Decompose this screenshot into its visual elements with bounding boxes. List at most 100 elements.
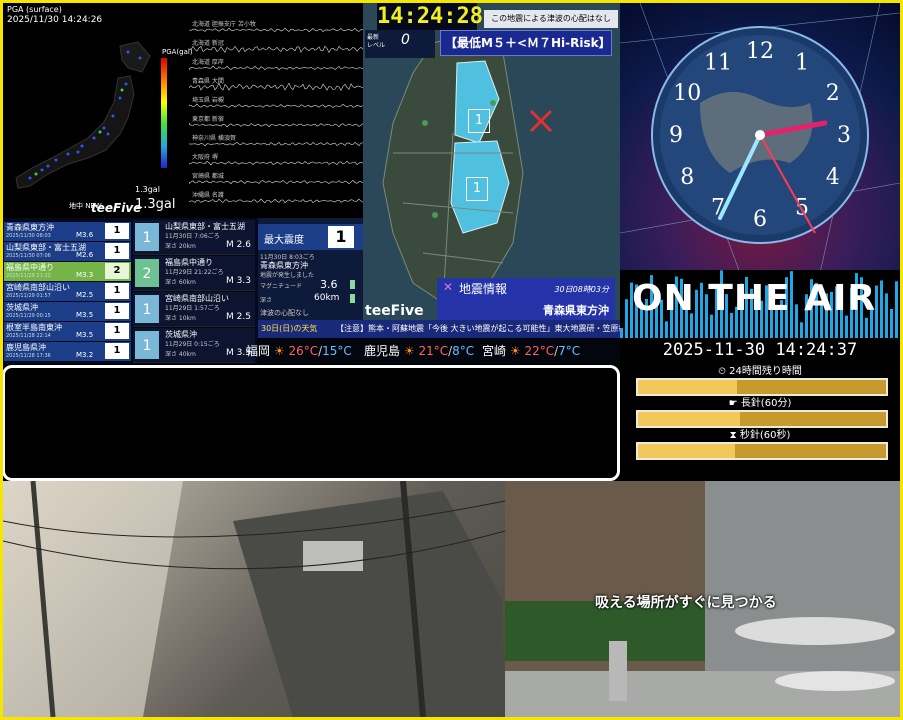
quake-list-row[interactable]: 宮崎県南部山沿い 2025/11/29 01:57 M2.5 1 bbox=[4, 282, 131, 302]
progress-label: ☛ 長針(60分) bbox=[620, 394, 900, 409]
quake-list-row[interactable]: 山梨県東部・富士五湖 2025/11/30 07:06 M2.6 1 bbox=[4, 242, 131, 262]
quake-list-row[interactable]: 茨城県沖 2025/11/29 00:15 M3.5 1 bbox=[4, 302, 131, 322]
waveform-trace bbox=[189, 123, 363, 127]
weather-high: 22°C bbox=[524, 344, 554, 358]
quake-list-date: 2025/11/29 01:57 bbox=[6, 293, 51, 299]
ticker-prefix: 30日(日)の天気 bbox=[261, 323, 317, 334]
detail-depth-value: 60km bbox=[314, 293, 339, 303]
sun-icon: ☀ bbox=[510, 344, 521, 358]
card-intensity: 1 bbox=[135, 331, 159, 359]
quake-list-intensity: 1 bbox=[105, 343, 129, 359]
waveform-station-label: 北海道 胆振支庁 苫小牧 bbox=[192, 19, 256, 28]
live-clock: 14:24:28 bbox=[377, 3, 477, 30]
progress-fill bbox=[638, 444, 735, 458]
quake-card[interactable]: 2 福島県中通り 11月29日 21:22ごろ 深さ 60km M 3.3 bbox=[133, 256, 255, 291]
quake-list-date: 2025/11/29 21:22 bbox=[6, 273, 51, 279]
quake-info-title: 地震情報 bbox=[459, 280, 507, 297]
weather-strip: 福岡 ☀ 26°C/15°C 鹿児島 ☀ 21°C/8°C 宮崎 ☀ 22°C/7°… bbox=[258, 338, 620, 364]
quake-list-magnitude: M2.6 bbox=[76, 251, 93, 259]
quake-list-magnitude: M3.3 bbox=[76, 271, 93, 279]
seismo-brand-logo: teeFive bbox=[91, 201, 141, 215]
waveform-station-label: 東京都 新宿 bbox=[192, 114, 224, 123]
weather-city: 鹿児島 bbox=[364, 344, 400, 358]
quake-list-location: 福島県中通り bbox=[6, 262, 54, 273]
weather-high: 26°C bbox=[288, 344, 318, 358]
mag-indicator bbox=[350, 280, 355, 289]
seismo-header-title: PGA (surface) bbox=[7, 5, 359, 15]
quake-card[interactable]: 1 茨城県沖 11月29日 0:15ごろ 深さ 40km M 3.5 bbox=[133, 328, 255, 363]
quake-info-time: 30日08時03分 bbox=[554, 284, 609, 295]
quake-list-date: 2025/11/30 08:03 bbox=[6, 233, 51, 239]
clock-numeral: 9 bbox=[669, 123, 683, 148]
region-intensity-north: 1 bbox=[468, 109, 490, 133]
weather-item: 鹿児島 ☀ 21°C/8°C bbox=[364, 342, 474, 359]
waveform-station-label: 沖縄県 名護 bbox=[192, 190, 224, 199]
pga-legend-label: PGA(gal) bbox=[162, 48, 193, 56]
level-value: 0 bbox=[401, 32, 410, 48]
spectrum-bar bbox=[620, 328, 623, 338]
waveform-trace bbox=[189, 142, 363, 145]
clock-numeral: 12 bbox=[746, 39, 774, 64]
clock-numeral: 1 bbox=[795, 50, 809, 75]
quake-list-location: 鹿児島県沖 bbox=[6, 342, 46, 353]
spectrum-bar bbox=[865, 318, 868, 338]
waveform-trace bbox=[189, 180, 363, 184]
street-camera-feed bbox=[3, 481, 505, 717]
map-brand-logo: teeFive bbox=[365, 303, 424, 319]
spectrum-bar bbox=[800, 322, 803, 338]
max-intensity-label: 最大震度 bbox=[264, 231, 304, 246]
quake-card[interactable]: 1 宮崎県南部山沿い 11月29日 1:57ごろ 深さ 10km M 2.5 bbox=[133, 292, 255, 327]
quake-list-row[interactable]: 鹿児島県沖 2025/11/28 17:36 M3.2 1 bbox=[4, 342, 131, 362]
card-depth: 深さ 10km bbox=[165, 313, 196, 322]
weather-high: 21°C bbox=[418, 344, 448, 358]
quake-list-intensity: 1 bbox=[105, 283, 129, 299]
weather-item: 福岡 ☀ 26°C/15°C bbox=[246, 342, 352, 359]
weather-item: 宮崎 ☀ 22°C/7°C bbox=[482, 342, 580, 359]
quake-list-date: 2025/11/29 00:15 bbox=[6, 313, 51, 319]
clock-numeral: 2 bbox=[826, 81, 840, 106]
quake-list-row[interactable]: 青森県東方沖 2025/11/30 08:03 M3.6 1 bbox=[4, 222, 131, 242]
quake-list-date: 2025/11/28 17:36 bbox=[6, 353, 51, 359]
progress-label-text: 秒針(60秒) bbox=[740, 430, 791, 441]
detail-tsunami: 津波の心配なし bbox=[260, 308, 309, 318]
waveform-station-label: 青森県 大間 bbox=[192, 76, 224, 85]
weather-low: 7°C bbox=[558, 344, 580, 358]
detail-depth-label: 深さ bbox=[260, 295, 272, 304]
detail-note: 地震が発生しました bbox=[260, 270, 314, 279]
quake-history-panel: 青森県東方沖 2025/11/30 08:03 M3.6 1 山梨県東部・富士五湖 202… bbox=[3, 218, 258, 364]
card-intensity: 2 bbox=[135, 259, 159, 287]
card-depth: 深さ 60km bbox=[165, 277, 196, 286]
progress-bar bbox=[636, 442, 888, 460]
card-magnitude: M 2.5 bbox=[226, 312, 251, 322]
clock-numeral: 4 bbox=[826, 165, 840, 190]
spectrum-bar bbox=[885, 293, 888, 338]
card-depth: 深さ 40km bbox=[165, 349, 196, 358]
quake-card[interactable]: 1 山梨県東部・富士五湖 11月30日 7:06ごろ 深さ 20km M 2.6 bbox=[133, 220, 255, 255]
card-intensity: 1 bbox=[135, 295, 159, 323]
quake-list-row[interactable]: 福島県中通り 2025/11/29 21:22 M3.3 2 bbox=[4, 262, 131, 282]
spectrum-bar bbox=[890, 309, 893, 338]
quake-list-location: 青森県東方沖 bbox=[6, 222, 54, 233]
region-intensity-south: 1 bbox=[466, 177, 488, 201]
clock-numeral: 10 bbox=[673, 81, 701, 106]
hi-risk-banner: 【最低M５＋<Ｍ７Hi-Risk】 bbox=[440, 30, 612, 56]
quake-list-intensity: 1 bbox=[105, 323, 129, 339]
news-ticker: 30日(日)の天気 【注意】熊本・阿蘇地震「今後 大きい地震が起こる可能性」東大… bbox=[258, 320, 620, 338]
blank-display-panel bbox=[2, 365, 620, 481]
progress-label: ⏲ 24時間残り時間 bbox=[620, 362, 900, 377]
card-time: 11月30日 7:06ごろ bbox=[165, 231, 220, 240]
clock-numeral: 6 bbox=[753, 207, 767, 232]
level-label-bottom: レベル bbox=[367, 40, 385, 49]
quake-list-magnitude: M3.5 bbox=[76, 311, 93, 319]
waveform-station-label: 大阪府 堺 bbox=[192, 152, 218, 161]
spectrum-bar bbox=[665, 321, 668, 338]
clock-numeral: 8 bbox=[680, 165, 694, 190]
tsunami-banner: この地震による津波の心配はなし bbox=[484, 10, 618, 28]
hourglass-icon: ⧗ bbox=[730, 430, 737, 441]
quake-list-row[interactable]: 根室半島南東沖 2025/11/28 22:14 M3.5 1 bbox=[4, 322, 131, 342]
detail-mag-label: マグニチュード bbox=[260, 281, 302, 290]
card-magnitude: M 3.3 bbox=[226, 276, 251, 286]
quake-list-intensity: 2 bbox=[105, 263, 129, 279]
sun-icon: ☀ bbox=[404, 344, 415, 358]
waveform-trace bbox=[189, 28, 363, 32]
